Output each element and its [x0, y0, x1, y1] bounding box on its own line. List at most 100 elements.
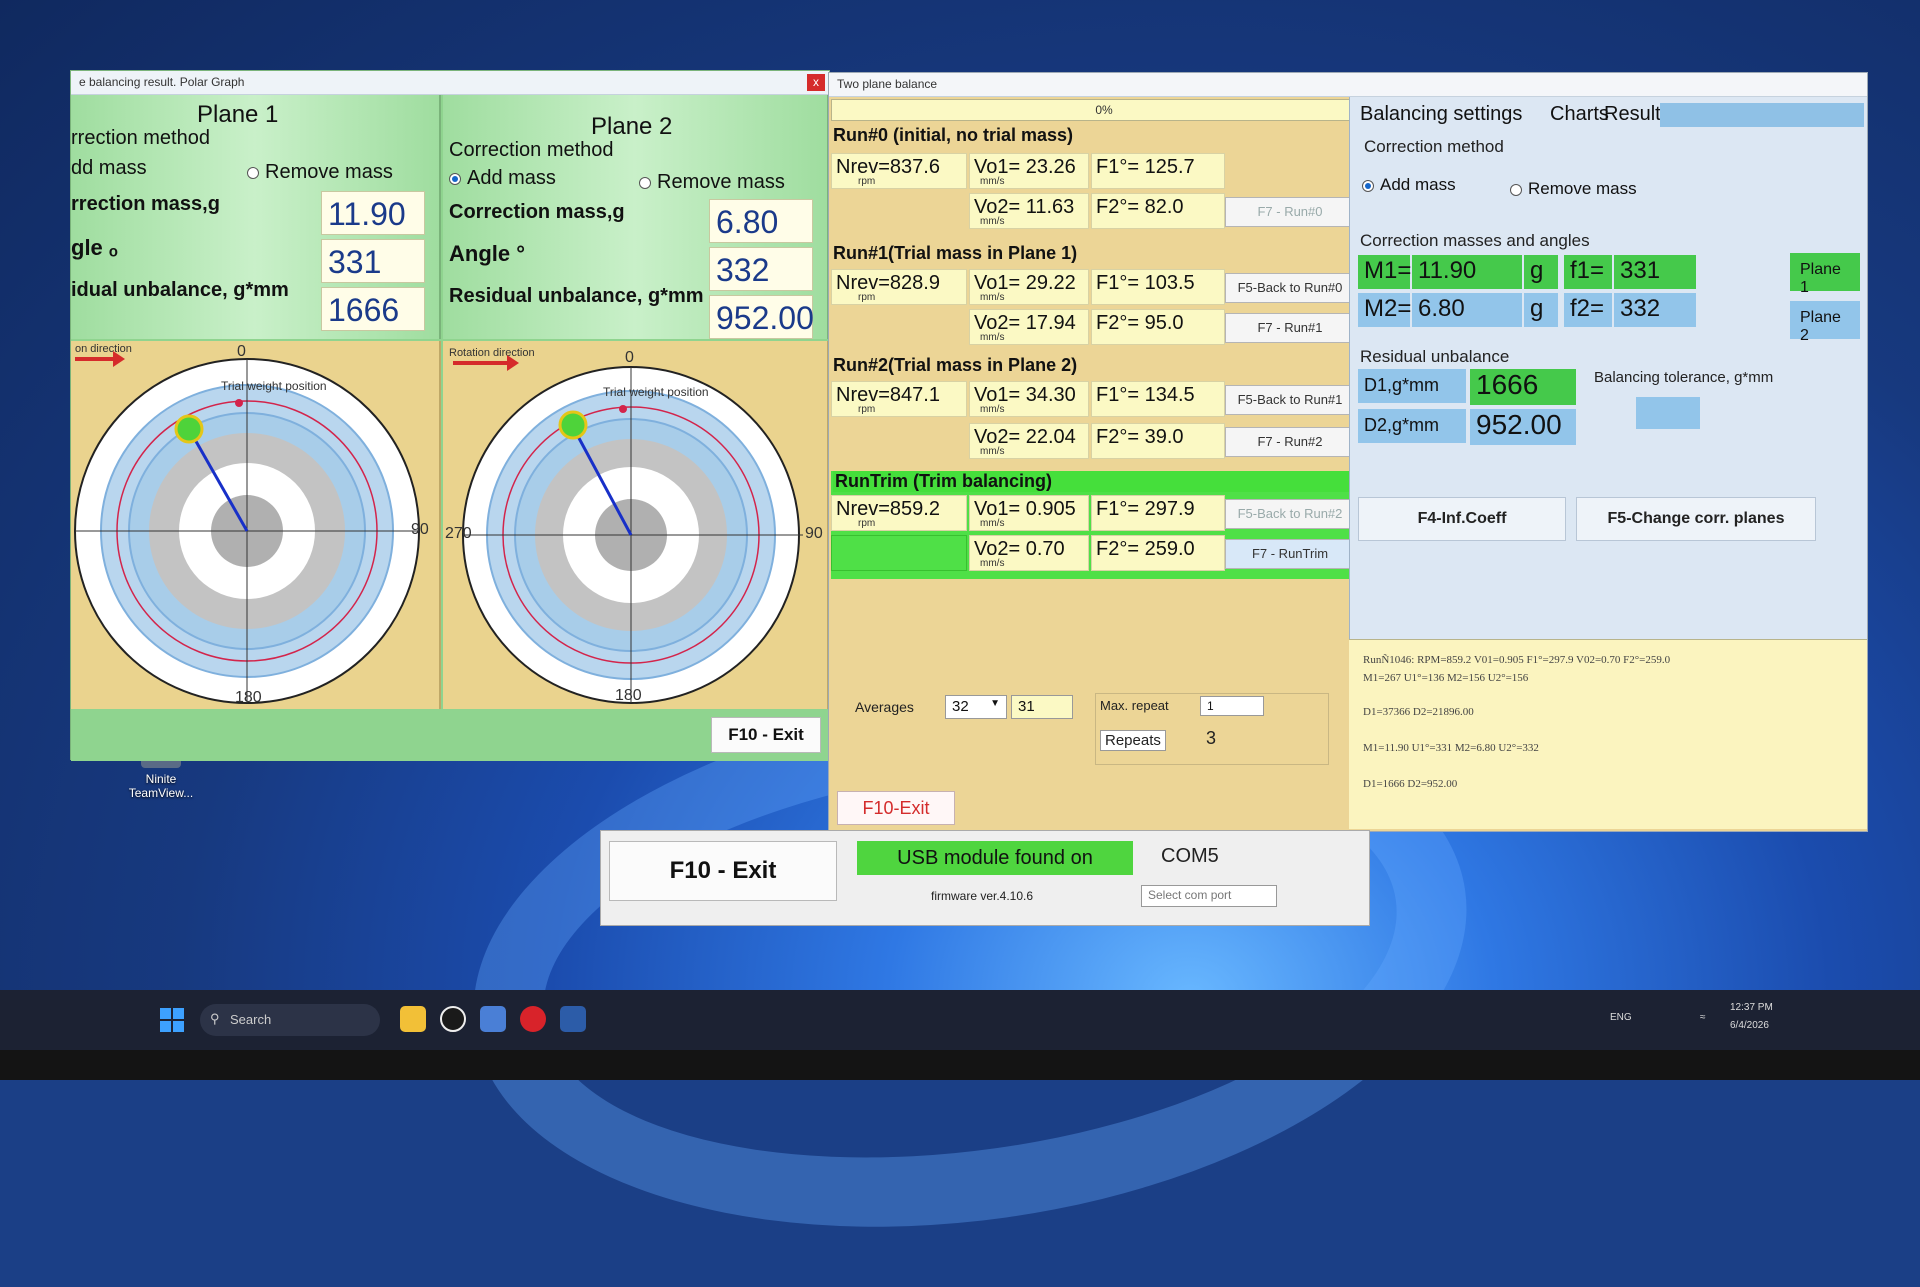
run0-vo1: Vo1= 23.26 mm/s [969, 153, 1089, 189]
plane1-trial-weight-label: Trial weight position [221, 379, 327, 393]
rp-add-mass-radio[interactable]: Add mass [1362, 175, 1456, 195]
polar-footer: F10 - Exit [71, 709, 829, 761]
plane2-angle-270: 270 [445, 525, 472, 542]
plane1-remove-mass-radio[interactable]: Remove mass [247, 161, 393, 184]
result-log: RunÑ1046: RPM=859.2 V01=0.905 F1°=297.9 … [1349, 639, 1867, 829]
polar-window-title: e balancing result. Polar Graph [79, 75, 245, 89]
plane2-angle-label: Angle ° [449, 241, 526, 266]
tab-strip [1660, 103, 1864, 127]
clock-time[interactable]: 12:37 PM [1730, 1002, 1773, 1013]
run1-f7-button[interactable]: F7 - Run#1 [1225, 313, 1355, 343]
windows-start-icon[interactable] [160, 1008, 184, 1032]
wifi-icon[interactable]: ≈ [1700, 1012, 1706, 1023]
tab-balancing-settings[interactable]: Balancing settings [1360, 103, 1522, 126]
run1-f1: F1°= 103.5 [1091, 269, 1225, 305]
twoplane-titlebar[interactable]: Two plane balance [829, 73, 1867, 97]
repeats-value: 3 [1206, 728, 1217, 748]
plane2-add-mass-radio[interactable]: Add mass [449, 167, 556, 190]
run1-nrev: Nrev=828.9 rpm [831, 269, 967, 305]
com-port-label: COM5 [1161, 845, 1219, 867]
max-repeat-select[interactable]: 1 [1200, 696, 1264, 716]
runtrim-f1: F1°= 297.9 [1091, 495, 1225, 531]
radio-dot-icon [639, 176, 651, 189]
d2-value: 952.00 [1470, 409, 1576, 445]
runtrim-vo1: Vo1= 0.905 mm/s [969, 495, 1089, 531]
plane1-mass-label: rrection mass,g [71, 193, 220, 215]
tab-result[interactable]: Result [1604, 103, 1661, 126]
plane1-panel: Plane 1 rrection method dd mass Remove m… [71, 95, 441, 339]
plane2-title: Plane 2 [591, 113, 673, 140]
radio-dot-icon [1362, 179, 1374, 192]
run0-f7-button[interactable]: F7 - Run#0 [1225, 197, 1355, 227]
plane1-angle-value: 331 [321, 239, 425, 283]
run1-f5-back-button[interactable]: F5-Back to Run#0 [1225, 273, 1355, 303]
language-indicator[interactable]: ENG [1610, 1012, 1632, 1023]
rp-correction-method-label: Correction method [1364, 137, 1504, 156]
file-explorer-icon[interactable] [400, 1006, 426, 1032]
plane2-remove-mass-radio[interactable]: Remove mass [639, 171, 785, 194]
com-port-select[interactable]: Select com port [1141, 885, 1277, 907]
run2-heading: Run#2(Trial mass in Plane 2) [833, 355, 1078, 375]
run2-f5-back-button[interactable]: F5-Back to Run#1 [1225, 385, 1355, 415]
radio-dot-icon [1510, 183, 1522, 196]
plane1-title: Plane 1 [197, 101, 279, 128]
repeats-button[interactable]: Repeats [1100, 730, 1166, 751]
run2-nrev: Nrev=847.1 rpm [831, 381, 967, 417]
tolerance-input[interactable] [1636, 397, 1700, 429]
host-exit-button[interactable]: F10 - Exit [609, 841, 837, 901]
m1-value: 11.90 [1412, 255, 1522, 289]
d1-label: D1,g*mm [1358, 369, 1466, 403]
camera-icon[interactable] [480, 1006, 506, 1032]
averages-select[interactable]: 32 ▼ [945, 695, 1007, 719]
run2-f7-button[interactable]: F7 - Run#2 [1225, 427, 1355, 457]
runtrim-f7-button[interactable]: F7 - RunTrim [1225, 539, 1355, 569]
f1-value: 331 [1614, 255, 1696, 289]
plane2-panel: Plane 2 Correction method Add mass Remov… [443, 95, 829, 339]
f4-inf-coeff-button[interactable]: F4-Inf.Coeff [1358, 497, 1566, 541]
run0-heading: Run#0 (initial, no trial mass) [833, 125, 1074, 145]
taskbar-search[interactable]: ⚲ Search [200, 1004, 380, 1036]
f1-label: f1= [1564, 255, 1612, 289]
run0-nrev: Nrev=837.6 rpm [831, 153, 967, 189]
plane1-polar-svg [74, 358, 420, 704]
balancer-app-icon[interactable] [560, 1006, 586, 1032]
run0-vo2: Vo2= 11.63 mm/s [969, 193, 1089, 229]
plane2-residual-label: Residual unbalance, g*mm [449, 285, 704, 307]
clock-date[interactable]: 6/4/2026 [1730, 1020, 1769, 1031]
twoplane-exit-button[interactable]: F10-Exit [837, 791, 955, 825]
max-repeat-label: Max. repeat [1100, 698, 1169, 713]
plane2-correction-method-label: Correction method [449, 139, 614, 161]
plane2-angle-90: 90 [805, 525, 823, 542]
polar-exit-button[interactable]: F10 - Exit [711, 717, 821, 753]
plane2-polar-chart: Rotation direction Trial weight position… [443, 341, 829, 709]
run1-f2: F2°= 95.0 [1091, 309, 1225, 345]
plane1-button[interactable]: Plane 1 [1790, 253, 1860, 296]
f2-value: 332 [1614, 293, 1696, 327]
log-line: M1=11.90 U1°=331 M2=6.80 U2°=332 [1363, 742, 1539, 754]
polar-window-titlebar[interactable]: e balancing result. Polar Graph x [71, 71, 829, 95]
f5-change-planes-button[interactable]: F5-Change corr. planes [1576, 497, 1816, 541]
plane2-button[interactable]: Plane 2 [1790, 301, 1860, 344]
runtrim-f2: F2°= 259.0 [1091, 535, 1225, 571]
tab-charts[interactable]: Charts [1550, 103, 1609, 126]
media-player-icon[interactable] [440, 1006, 466, 1032]
log-line: M1=267 U1°=136 M2=156 U2°=156 [1363, 672, 1529, 684]
m2-value: 6.80 [1412, 293, 1522, 327]
run1-heading: Run#1(Trial mass in Plane 1) [833, 243, 1078, 263]
opera-icon[interactable] [520, 1006, 546, 1032]
screen-bezel [0, 1050, 1920, 1080]
close-icon[interactable]: x [807, 74, 825, 91]
rp-remove-mass-radio[interactable]: Remove mass [1510, 179, 1637, 199]
runtrim-f5-back-button[interactable]: F5-Back to Run#2 [1225, 499, 1355, 529]
taskbar-search-label: Search [230, 1012, 272, 1027]
runtrim-nrev-blank [831, 535, 967, 571]
plane1-residual-value: 1666 [321, 287, 425, 331]
plane1-mass-value: 11.90 [321, 191, 425, 235]
plane2-angle-0: 0 [625, 349, 634, 366]
plane1-correction-method-label: rrection method [71, 127, 210, 149]
runtrim-heading: RunTrim (Trim balancing) [833, 471, 1353, 492]
plane1-add-mass-radio[interactable]: dd mass [71, 157, 147, 180]
radio-dot-icon [449, 172, 461, 185]
runtrim-vo2: Vo2= 0.70 mm/s [969, 535, 1089, 571]
masses-angles-label: Correction masses and angles [1360, 231, 1590, 250]
